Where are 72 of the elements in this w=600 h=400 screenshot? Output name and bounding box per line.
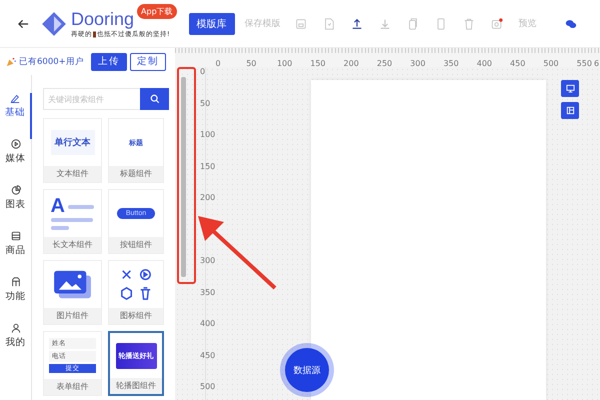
logo-text: Dooring [71,8,134,30]
customize-button[interactable]: 定制 [130,52,166,70]
brick-icon [93,31,96,38]
component-label: 标题组件 [109,166,163,182]
monitor-icon [566,84,574,93]
ruler-label: 450 [510,59,526,68]
ruler-scrollbar[interactable] [181,77,186,277]
component-card[interactable]: 单行文本 文本组件 [43,118,102,183]
back-icon[interactable] [18,18,29,28]
ruler-label: 250 [376,59,392,68]
component-label: 按钮组件 [109,237,163,253]
ruler-label: 350 [200,288,216,298]
category-tab[interactable]: 商品 [0,231,31,277]
category-tab[interactable]: 基础 [0,93,32,139]
layout-icon [566,106,574,115]
upload-button[interactable]: 上传 [90,52,127,70]
ruler-label: 300 [410,59,426,68]
user-count-text: 已有6000+用户 [19,56,84,68]
ruler-label: 500 [543,59,559,68]
pie-icon [10,185,20,195]
component-label: 图标组件 [109,308,163,324]
shop-icon [10,231,20,241]
data-source-button[interactable]: 数据源 [285,348,329,392]
ruler-label: 200 [344,59,359,68]
ruler-label: 200 [200,193,216,203]
func-icon [10,277,20,287]
ruler-label: 6 [594,59,600,68]
text-line-drawing [68,204,94,208]
user-icon [10,323,20,333]
search-button[interactable] [140,88,169,110]
category-tab[interactable]: 图表 [0,185,31,231]
component-label: 表单组件 [44,379,101,395]
component-label: 图片组件 [44,308,101,324]
ruler-label: 150 [200,162,216,172]
ruler-label: 400 [476,59,492,68]
party-popper-icon [6,56,16,66]
ruler-label: 100 [276,59,292,68]
component-card[interactable]: A 长文本组件 [43,189,102,254]
ruler-label: 550 [576,59,592,68]
ruler-label: 400 [200,319,216,329]
play-icon [10,139,20,149]
category-tab[interactable]: 功能 [0,277,31,323]
category-tab[interactable]: 媒体 [0,139,31,185]
component-card[interactable]: 图片组件 [43,260,102,325]
component-label: 轮播图组件 [110,378,162,394]
component-label: 文本组件 [44,166,101,182]
template-library-button[interactable]: 模版库 [188,12,235,34]
app-download-badge[interactable]: App下载 [137,4,177,19]
ruler-label: 500 [200,382,216,392]
ruler-label: 150 [310,59,326,68]
ruler-label: 100 [200,130,216,140]
search-icon [150,94,160,104]
ruler-label: 50 [200,98,210,108]
category-tab[interactable]: 我的 [0,323,31,369]
ruler-label: 300 [200,256,216,266]
component-label: 长文本组件 [44,237,101,253]
preview-letter: A [50,198,65,214]
text-lines-drawing [50,218,92,230]
preview-text: 单行文本 [50,130,94,155]
ruler-label: 450 [200,350,216,360]
logo-icon [41,10,67,36]
component-card[interactable]: 图标组件 [108,260,164,325]
desktop-button[interactable] [561,80,579,97]
ruler-label: 0 [215,59,221,68]
search-field[interactable]: 关键词搜索组件 [43,88,140,110]
artboard[interactable] [311,80,546,400]
ruler-label: 50 [246,59,256,68]
ruler-label: 0 [200,67,206,77]
layout-button[interactable] [561,102,579,119]
pen-icon [10,93,20,103]
upload-icon[interactable] [350,18,363,30]
ruler-label: 350 [443,59,459,68]
